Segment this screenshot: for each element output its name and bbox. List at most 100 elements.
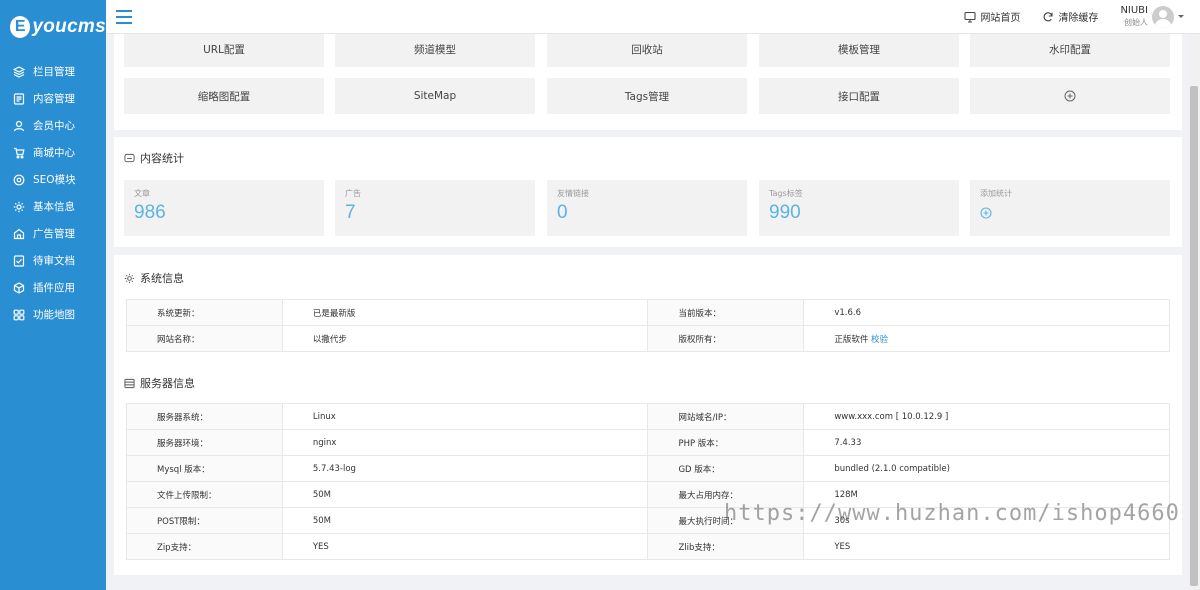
sidebar-item-label: 基本信息 [33,201,75,213]
info-value: 7.4.33 [803,429,1170,456]
review-icon [12,254,25,267]
info-key: 当前版本： [647,299,805,326]
sidebar-nav: 栏目管理 内容管理 会员中心 商城中心 SEO模块 基本信息 广告管理 待审文档… [0,58,106,328]
info-key: 版权所有： [647,325,805,352]
add-stat-label: 添加统计 [980,189,1012,198]
server-title-text: 服务器信息 [140,377,195,390]
system-panel-title: 系统信息 [124,270,184,286]
monitor-icon [964,11,976,23]
sidebar-item-column[interactable]: 栏目管理 [0,58,106,85]
info-value: 128M [803,481,1170,508]
quick-link-sitemap[interactable]: SiteMap [335,78,535,114]
info-value: bundled (2.1.0 compatible) [803,455,1170,482]
stat-card-articles[interactable]: 文章 986 [124,180,324,236]
plus-circle-icon [1064,90,1076,102]
sidebar-item-label: 栏目管理 [33,66,75,78]
info-value: Linux [281,403,649,430]
info-key: GD 版本： [647,455,805,482]
topbar: 网站首页 清除缓存 NIUBI 创始人 [106,0,1200,34]
info-key: 最大占用内存： [647,481,805,508]
sidebar-item-plugins[interactable]: 插件应用 [0,274,106,301]
stat-value: 7 [345,202,356,223]
info-value: YES [803,533,1170,560]
stat-card-tags[interactable]: Tags标签 990 [759,180,959,236]
info-key: Zip支持： [126,533,283,560]
info-value: 正版软件 [834,334,869,345]
sidebar-item-seo[interactable]: SEO模块 [0,166,106,193]
info-key: Mysql 版本： [126,455,283,482]
info-value: nginx [281,429,649,456]
sidebar-item-basic-info[interactable]: 基本信息 [0,193,106,220]
sidebar-item-label: 插件应用 [33,282,75,294]
sidebar-item-members[interactable]: 会员中心 [0,112,106,139]
quick-link-tags-manage[interactable]: Tags管理 [547,78,747,114]
menu-toggle-icon[interactable] [116,9,132,24]
sidebar-item-ads[interactable]: 广告管理 [0,220,106,247]
stat-label: 广告 [345,189,361,198]
avatar[interactable] [1152,5,1174,28]
sidebar: E youcms 栏目管理 内容管理 会员中心 商城中心 SEO模块 基本信息 [0,0,106,590]
copyright-cell: 正版软件 校验 [803,325,1170,352]
scrollbar[interactable] [1188,34,1200,590]
sidebar-item-shop[interactable]: 商城中心 [0,139,106,166]
table-row: Zip支持： YES Zlib支持： YES [126,533,1170,560]
quick-link-template-manage[interactable]: 模板管理 [759,34,959,67]
sidebar-item-content[interactable]: 内容管理 [0,85,106,112]
refresh-icon [1044,11,1053,21]
scrollbar-thumb[interactable] [1190,86,1198,586]
grid-icon [12,308,25,321]
ad-icon [12,227,25,240]
quick-link-channel-model[interactable]: 频道模型 [335,34,535,67]
quick-link-watermark-config[interactable]: 水印配置 [970,34,1170,67]
table-row: 服务器环境： nginx PHP 版本： 7.4.33 [126,429,1170,456]
add-quick-link-button[interactable] [970,78,1170,114]
add-stat-card[interactable]: 添加统计 [970,180,1170,236]
chat-icon [124,153,135,162]
document-icon [12,92,25,105]
sidebar-item-label: 广告管理 [33,228,75,240]
table-row: 服务器系统： Linux 网站域名/IP： www.xxx.com [ 10.0… [126,403,1170,430]
info-value: YES [281,533,649,560]
sidebar-item-label: 功能地图 [33,309,75,321]
stat-label: 文章 [134,189,150,198]
info-key: PHP 版本： [647,429,805,456]
info-key: 服务器环境： [126,429,283,456]
server-icon [124,378,135,388]
stat-value: 0 [557,202,568,223]
sidebar-item-label: 内容管理 [33,93,75,105]
sidebar-item-label: SEO模块 [33,174,76,186]
site-home-label: 网站首页 [980,13,1021,24]
user-names: NIUBI 创始人 [1120,5,1148,28]
user-menu[interactable]: NIUBI 创始人 [1120,5,1184,28]
stat-card-ads[interactable]: 广告 7 [335,180,535,236]
sidebar-item-feature-map[interactable]: 功能地图 [0,301,106,328]
sidebar-item-label: 会员中心 [33,120,75,132]
info-value: 5.7.43-log [281,455,649,482]
stat-card-links[interactable]: 友情链接 0 [547,180,747,236]
info-value: v1.6.6 [803,299,1170,326]
quick-link-url-config[interactable]: URL配置 [124,34,324,67]
logo[interactable]: E youcms [0,0,106,54]
user-name: NIUBI [1120,5,1148,16]
gear-icon [12,200,25,213]
site-home-link[interactable]: 网站首页 [964,9,1020,24]
verify-link[interactable]: 校验 [871,335,888,345]
table-row: POST限制： 50M 最大执行时间： 30s [126,507,1170,534]
sidebar-item-pending-docs[interactable]: 待审文档 [0,247,106,274]
info-value: 30s [803,507,1170,534]
quick-link-thumbnail-config[interactable]: 缩略图配置 [124,78,324,114]
quick-link-api-config[interactable]: 接口配置 [759,78,959,114]
logo-text: youcms [32,16,106,37]
clear-cache-link[interactable]: 清除缓存 [1042,9,1098,24]
stat-value: 990 [769,202,801,223]
content-stats-panel: 内容统计 文章 986 广告 7 友情链接 0 Tags标签 990 添加统计 [114,137,1182,247]
server-info-table: 服务器系统： Linux 网站域名/IP： www.xxx.com [ 10.0… [126,403,1170,560]
clear-cache-label: 清除缓存 [1058,13,1099,24]
system-title-text: 系统信息 [140,272,184,285]
plugin-icon [12,281,25,294]
stat-label: 友情链接 [557,189,589,198]
user-role: 创始人 [1124,18,1148,27]
quick-link-recycle-bin[interactable]: 回收站 [547,34,747,67]
logo-mark: E [10,16,31,38]
system-info-panel: 系统信息 系统更新： 已是最新版 当前版本： v1.6.6 网站名称： 以撒代步… [114,255,1182,575]
